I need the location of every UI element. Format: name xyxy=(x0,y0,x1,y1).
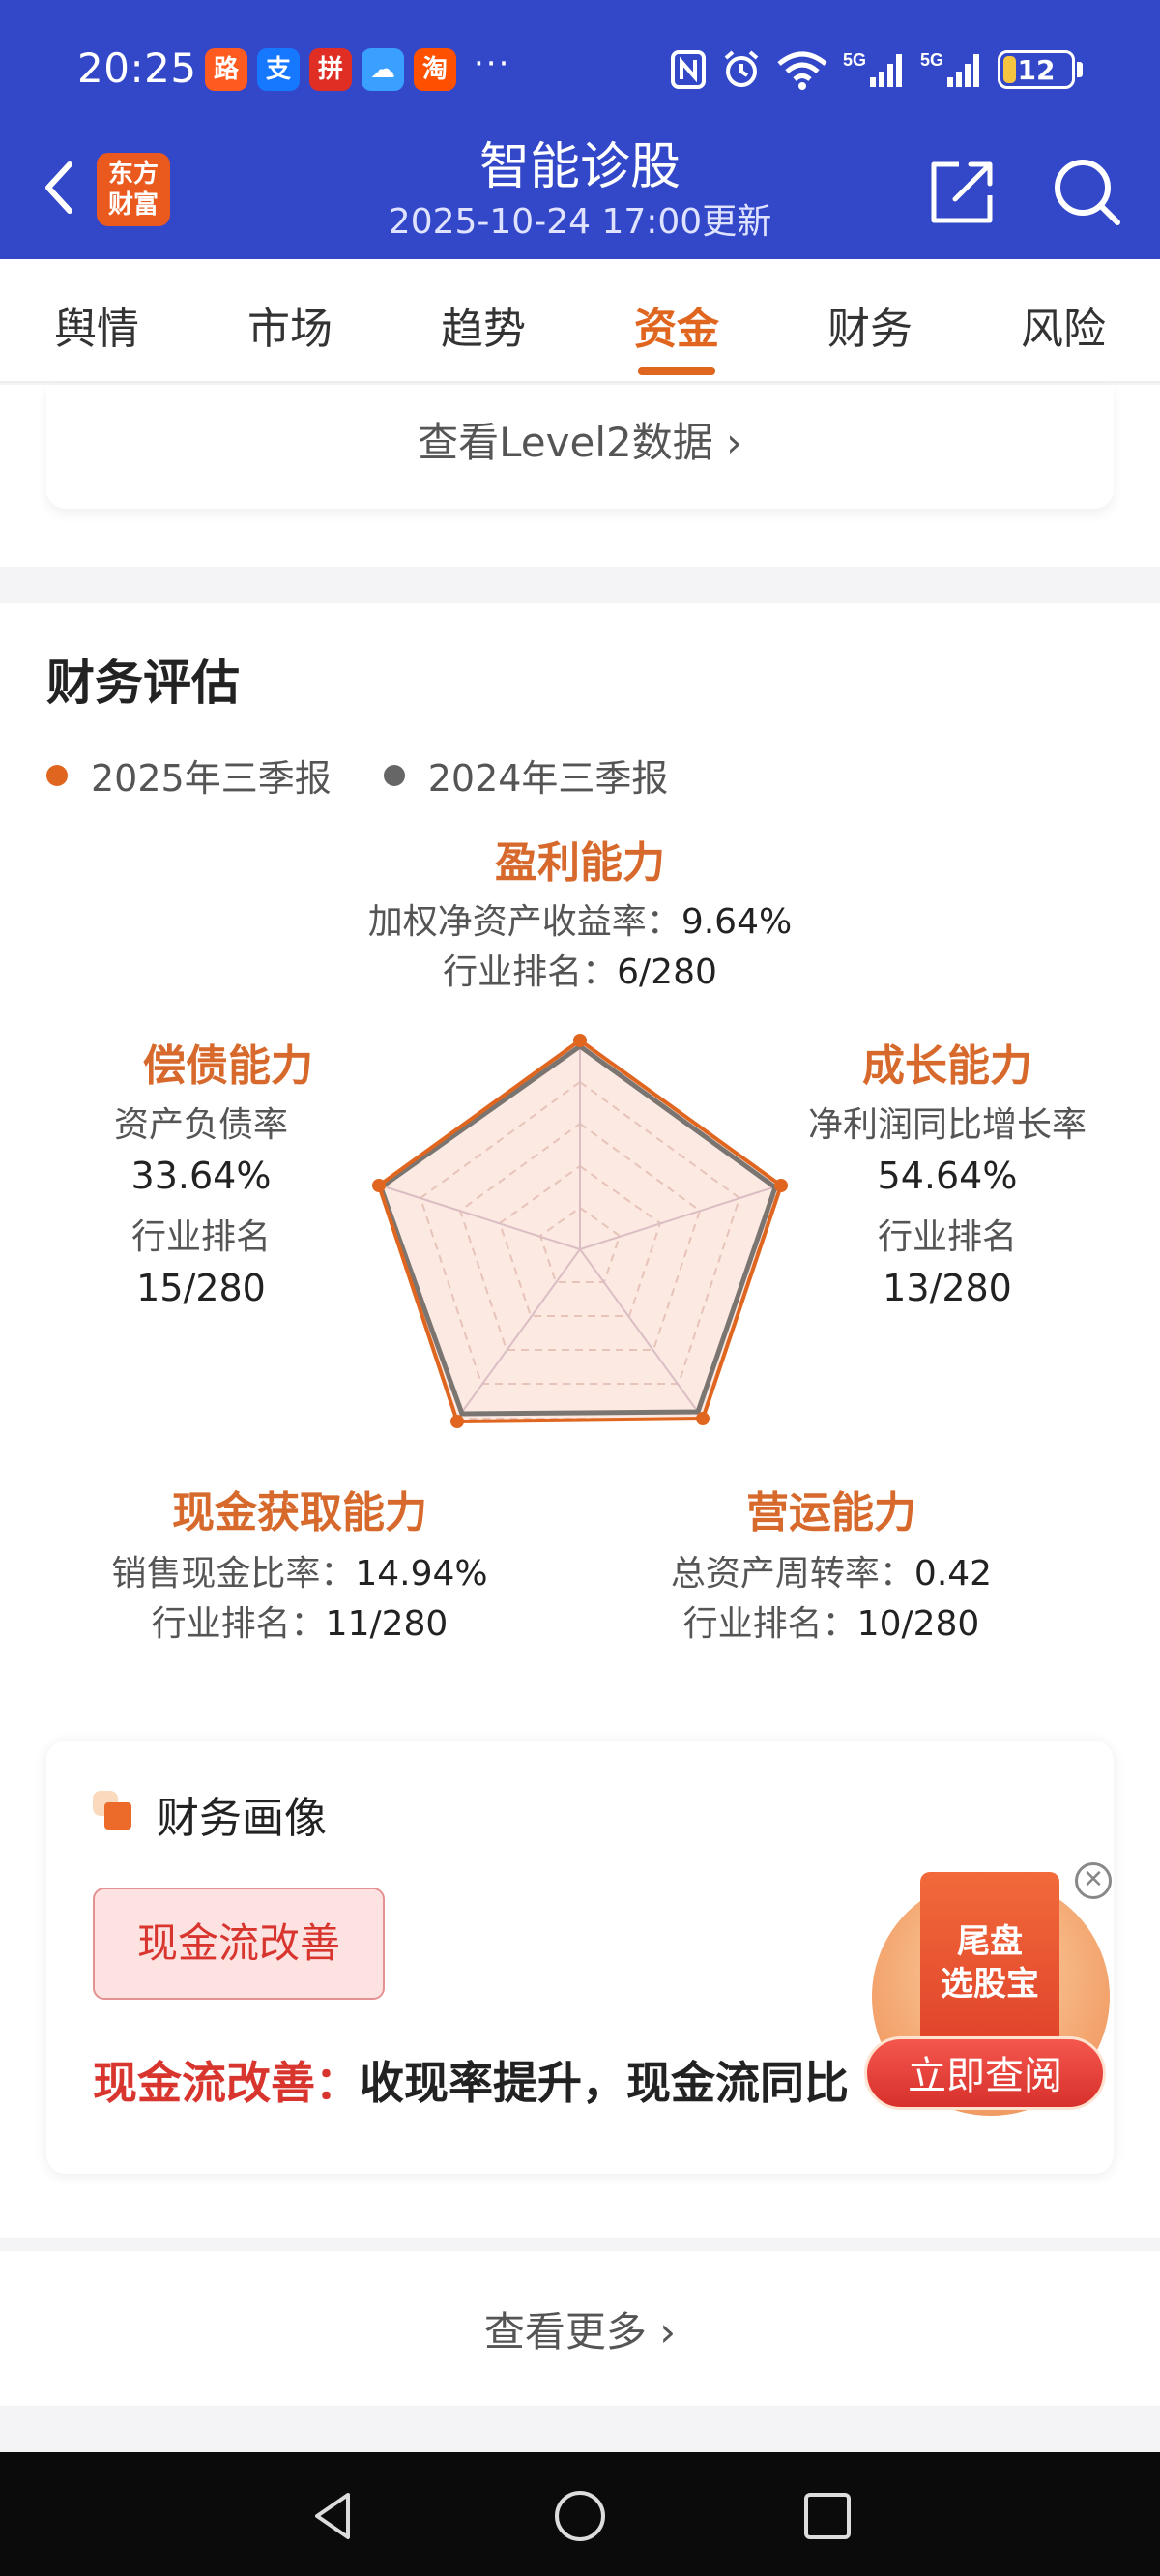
rank-label: 行业排名： xyxy=(443,952,618,992)
floating-ad[interactable]: 尾盘 选股宝 立即查阅 ✕ xyxy=(864,1862,1117,2116)
level2-card: 查看Level2数据 › xyxy=(46,385,1114,509)
ad-view-now-button[interactable]: 立即查阅 xyxy=(864,2036,1106,2110)
metric-label: 资产负债率 xyxy=(113,1105,288,1145)
radar-legend: 2025年三季报 2024年三季报 xyxy=(46,748,720,802)
tab-market[interactable]: 市场 xyxy=(213,294,367,356)
tab-sentiment[interactable]: 舆情 xyxy=(19,294,174,356)
rank-value: 11/280 xyxy=(325,1604,449,1644)
financial-radar-chart xyxy=(372,1034,788,1428)
metric-value: 0.42 xyxy=(914,1554,993,1594)
portrait-icon xyxy=(93,1791,131,1830)
rank-value: 10/280 xyxy=(856,1604,980,1644)
signal-5g-icon-2: 5G xyxy=(920,50,979,87)
battery-level: 12 xyxy=(1017,53,1056,86)
metric-title: 偿债能力 xyxy=(143,1041,313,1091)
meituan-icon: 路 xyxy=(205,48,247,91)
search-icon[interactable] xyxy=(1050,155,1123,228)
alipay-icon: 支 xyxy=(257,48,300,91)
legend-item-2024: 2024年三季报 xyxy=(383,748,669,802)
rank-label: 行业排名： xyxy=(682,1604,857,1644)
share-icon[interactable] xyxy=(926,155,1000,228)
status-time: 20:25 xyxy=(77,44,197,92)
metric-operation: 营运能力 总资产周转率：0.42 行业排名：10/280 xyxy=(619,1478,1044,1650)
metric-profitability: 盈利能力 加权净资产收益率：9.64% 行业排名：6/280 xyxy=(290,828,870,998)
system-nav-bar xyxy=(0,2452,1160,2576)
nav-back-icon[interactable] xyxy=(305,2487,363,2545)
nav-recents-icon[interactable] xyxy=(798,2487,856,2545)
view-level2-link[interactable]: 查看Level2数据 › xyxy=(46,410,1114,469)
system-status-icons: 5G 5G 12 xyxy=(669,48,1083,91)
metric-rank-line: 行业排名：11/280 xyxy=(58,1599,541,1650)
metric-title: 盈利能力 xyxy=(495,838,665,888)
tab-funds[interactable]: 资金 xyxy=(599,294,754,356)
metric-title: 营运能力 xyxy=(746,1488,916,1537)
rank-label: 行业排名 xyxy=(130,1217,271,1257)
ad-close-icon[interactable]: ✕ xyxy=(1075,1862,1112,1899)
tab-finance[interactable]: 财务 xyxy=(793,294,947,356)
metric-label: 销售现金比率： xyxy=(111,1554,356,1594)
metric-rank-line: 行业排名：6/280 xyxy=(290,948,870,998)
nav-home-icon[interactable] xyxy=(551,2487,609,2545)
ad-line2: 选股宝 xyxy=(941,1965,1039,2004)
metric-cash: 现金获取能力 销售现金比率：14.94% 行业排名：11/280 xyxy=(58,1478,541,1650)
portrait-description: 现金流改善：收现率提升，现金流同比 xyxy=(93,2048,924,2116)
nav-bar: 东方 财富 智能诊股 2025-10-24 17:00更新 xyxy=(0,126,1160,251)
active-tab-indicator xyxy=(638,367,715,375)
tab-bar: 舆情 市场 趋势 资金 财务 风险 xyxy=(0,259,1160,383)
metric-growth: 成长能力 净利润同比增长率 54.64% 行业排名 13/280 xyxy=(793,1031,1102,1313)
rank-label: 行业排名 xyxy=(877,1217,1017,1257)
portrait-tag[interactable]: 现金流改善 xyxy=(93,1888,386,2000)
rank-value: 6/280 xyxy=(617,952,717,992)
section-title: 财务评估 xyxy=(46,655,240,711)
see-more-link[interactable]: 查看更多 › xyxy=(0,2299,1160,2358)
status-more-icon: ··· xyxy=(474,44,511,83)
metric-label: 加权净资产收益率： xyxy=(367,902,682,942)
description-highlight: 现金流改善： xyxy=(93,2057,360,2109)
metric-solvency: 偿债能力 资产负债率 33.64% 行业排名 15/280 xyxy=(85,1031,375,1313)
tab-risk[interactable]: 风险 xyxy=(986,294,1141,356)
tab-trend[interactable]: 趋势 xyxy=(406,294,561,356)
metric-rank-line: 行业排名：10/280 xyxy=(619,1599,1044,1650)
metric-label: 净利润同比增长率 xyxy=(807,1105,1087,1145)
metric-value: 54.64% xyxy=(877,1155,1018,1197)
ad-book-graphic: 尾盘 选股宝 xyxy=(920,1872,1059,2046)
portrait-title: 财务画像 xyxy=(157,1794,327,1843)
metric-label: 总资产周转率： xyxy=(670,1554,914,1594)
app-header: 20:25 路 支 拼 ☁ 淘 ··· 5G 5G 12 东方 财富 智能诊股 … xyxy=(0,0,1160,259)
wifi-icon xyxy=(777,51,827,90)
radar-series-2025 xyxy=(376,1038,784,1424)
alarm-icon xyxy=(724,50,759,87)
signal-5g-icon: 5G xyxy=(843,50,902,87)
svg-text:5G: 5G xyxy=(843,50,866,70)
legend-item-2025: 2025年三季报 xyxy=(46,748,332,802)
svg-text:5G: 5G xyxy=(920,50,943,70)
pinduoduo-icon: 拼 xyxy=(309,48,352,91)
legend-label-2025: 2025年三季报 xyxy=(91,757,332,800)
status-app-icons: 路 支 拼 ☁ 淘 xyxy=(205,48,456,91)
see-more-row: 查看更多 › xyxy=(0,2251,1160,2406)
metric-line: 加权净资产收益率：9.64% xyxy=(290,897,870,948)
metric-title: 成长能力 xyxy=(862,1041,1032,1091)
metric-value: 33.64% xyxy=(130,1155,272,1197)
battery-icon: 12 xyxy=(998,50,1083,89)
rank-value: 13/280 xyxy=(883,1267,1012,1309)
taobao-icon: 淘 xyxy=(414,48,456,91)
metric-title: 现金获取能力 xyxy=(172,1488,427,1537)
metric-value: 9.64% xyxy=(681,902,793,942)
ad-line1: 尾盘 xyxy=(957,1922,1023,1961)
nfc-icon xyxy=(671,50,706,89)
metric-line: 销售现金比率：14.94% xyxy=(58,1549,541,1599)
weather-icon: ☁ xyxy=(362,48,404,91)
rank-label: 行业排名： xyxy=(151,1604,326,1644)
metric-value: 14.94% xyxy=(355,1554,488,1594)
legend-dot-2024 xyxy=(383,764,405,786)
rank-value: 15/280 xyxy=(136,1267,266,1309)
description-text: 收现率提升，现金流同比 xyxy=(360,2057,849,2109)
legend-label-2024: 2024年三季报 xyxy=(427,757,669,800)
status-bar: 20:25 路 支 拼 ☁ 淘 ··· 5G 5G 12 xyxy=(0,39,1160,106)
legend-dot-2025 xyxy=(46,764,68,786)
metric-line: 总资产周转率：0.42 xyxy=(619,1549,1044,1599)
